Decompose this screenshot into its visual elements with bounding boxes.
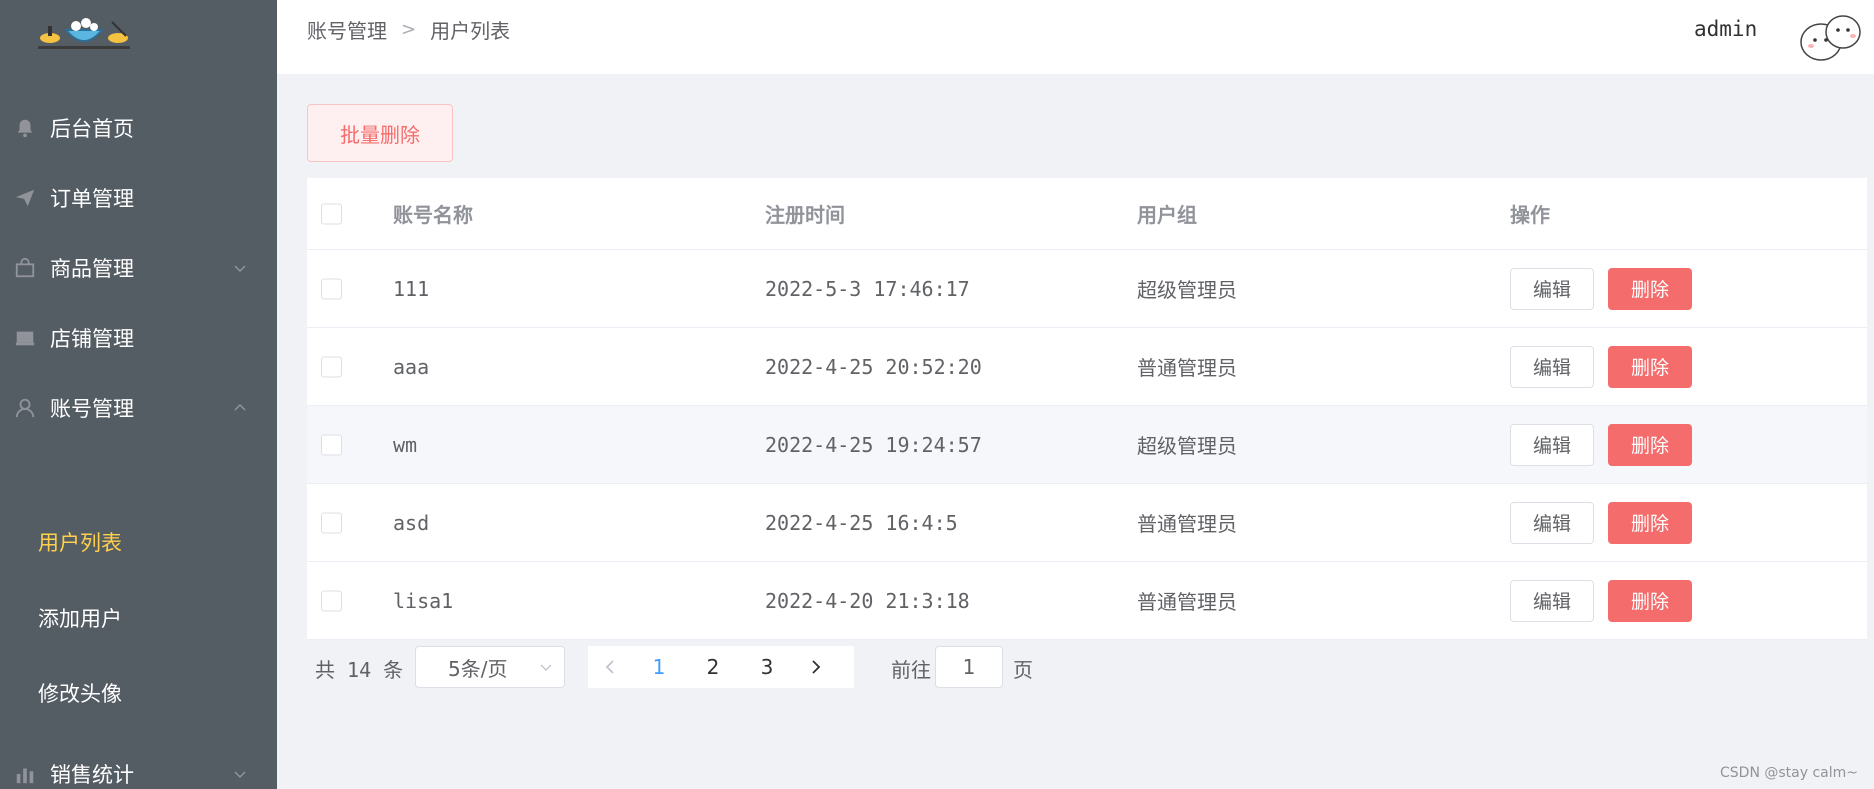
cell-account-name: aaa: [393, 354, 430, 379]
menu-label: 销售统计: [50, 763, 134, 787]
user-table: 账号名称 注册时间 用户组 操作 111 2022-5-3 17:46:17 超…: [307, 178, 1867, 640]
cell-actions: 编辑 删除: [1510, 250, 1692, 327]
column-header-group: 用户组: [1137, 203, 1197, 227]
logo: [38, 18, 130, 49]
edit-button[interactable]: 编辑: [1510, 579, 1594, 622]
avatar[interactable]: [1797, 10, 1863, 66]
goto-label: 前往: [891, 658, 931, 682]
menu-item-sales-stats[interactable]: 销售统计: [0, 732, 277, 789]
edit-button[interactable]: 编辑: [1510, 267, 1594, 310]
chevron-left-icon: [605, 660, 614, 674]
edit-button[interactable]: 编辑: [1510, 345, 1594, 388]
menu-label: 订单管理: [50, 187, 134, 211]
row-checkbox[interactable]: [321, 356, 342, 377]
breadcrumb: 账号管理 > 用户列表: [307, 15, 510, 44]
cell-account-name: 111: [393, 276, 430, 301]
page-number[interactable]: 1: [632, 646, 686, 688]
row-checkbox[interactable]: [321, 512, 342, 533]
edit-button[interactable]: 编辑: [1510, 501, 1594, 544]
cell-user-group: 超级管理员: [1137, 278, 1237, 302]
edit-button[interactable]: 编辑: [1510, 423, 1594, 466]
chevron-up-icon: [234, 403, 246, 411]
submenu-label: 修改头像: [38, 682, 122, 706]
user-icon: [12, 395, 38, 421]
prev-page-button[interactable]: [588, 646, 632, 688]
breadcrumb-current: 用户列表: [430, 19, 511, 43]
column-header-name: 账号名称: [393, 203, 473, 227]
cell-user-group: 普通管理员: [1137, 590, 1237, 614]
cell-register-time: 2022-4-25 16:4:5: [765, 510, 958, 535]
chevron-down-icon: [234, 771, 246, 779]
cell-account-name: asd: [393, 510, 430, 535]
shopping-bag-icon: [12, 255, 38, 281]
delete-button[interactable]: 删除: [1608, 345, 1692, 388]
delete-button[interactable]: 删除: [1608, 579, 1692, 622]
row-checkbox[interactable]: [321, 434, 342, 455]
chevron-down-icon: [540, 664, 552, 671]
submenu-item-add-user[interactable]: 添加用户: [0, 580, 277, 656]
page-number[interactable]: 2: [686, 646, 740, 688]
cell-actions: 编辑 删除: [1510, 562, 1692, 639]
cell-actions: 编辑 删除: [1510, 328, 1692, 405]
bulk-delete-button[interactable]: 批量删除: [307, 104, 453, 162]
select-all-checkbox[interactable]: [321, 203, 342, 224]
column-header-actions: 操作: [1510, 203, 1550, 227]
cell-register-time: 2022-4-25 20:52:20: [765, 354, 982, 379]
row-checkbox[interactable]: [321, 590, 342, 611]
cell-actions: 编辑 删除: [1510, 406, 1692, 483]
menu-label: 账号管理: [50, 397, 134, 421]
goto-page-input[interactable]: [935, 646, 1003, 688]
cell-user-group: 超级管理员: [1137, 434, 1237, 458]
chevron-right-icon: >: [401, 19, 417, 40]
column-header-time: 注册时间: [765, 203, 845, 227]
cell-register-time: 2022-4-20 21:3:18: [765, 588, 970, 613]
cell-actions: 编辑 删除: [1510, 484, 1692, 561]
bar-chart-icon: [12, 761, 38, 787]
cell-account-name: wm: [393, 432, 418, 457]
cell-account-name: lisa1: [393, 588, 454, 613]
pagination: 共 14 条 5条/页 1 2 3 前往 页: [307, 646, 1867, 688]
table-row: 111 2022-5-3 17:46:17 超级管理员 编辑 删除: [307, 250, 1867, 328]
page-suffix: 页: [1013, 658, 1033, 682]
bell-icon: [12, 115, 38, 141]
next-page-button[interactable]: [794, 646, 838, 688]
page-size-select[interactable]: 5条/页: [415, 646, 565, 688]
shop-icon: [12, 325, 38, 351]
delete-button[interactable]: 删除: [1608, 423, 1692, 466]
submenu-item-user-list[interactable]: 用户列表: [0, 504, 277, 580]
delete-button[interactable]: 删除: [1608, 501, 1692, 544]
total-count: 共 14 条: [315, 658, 404, 682]
page-number[interactable]: 3: [740, 646, 794, 688]
page-size-value: 5条/页: [448, 656, 508, 681]
menu-label: 店铺管理: [50, 327, 134, 351]
watermark: CSDN @stay calm~: [1720, 765, 1858, 781]
menu-label: 后台首页: [50, 117, 134, 141]
cell-user-group: 普通管理员: [1137, 356, 1237, 380]
menu-item-accounts[interactable]: 账号管理: [0, 366, 277, 450]
paper-plane-icon: [12, 185, 38, 211]
table-row: wm 2022-4-25 19:24:57 超级管理员 编辑 删除: [307, 406, 1867, 484]
chevron-right-icon: [812, 660, 821, 674]
submenu-item-change-avatar[interactable]: 修改头像: [0, 655, 277, 731]
table-row: aaa 2022-4-25 20:52:20 普通管理员 编辑 删除: [307, 328, 1867, 406]
table-row: asd 2022-4-25 16:4:5 普通管理员 编辑 删除: [307, 484, 1867, 562]
delete-button[interactable]: 删除: [1608, 267, 1692, 310]
row-checkbox[interactable]: [321, 278, 342, 299]
chevron-down-icon: [234, 265, 246, 273]
submenu-label: 添加用户: [38, 607, 122, 631]
top-header: 账号管理 > 用户列表 admin: [277, 0, 1874, 74]
username[interactable]: admin: [1694, 17, 1757, 41]
table-row: lisa1 2022-4-20 21:3:18 普通管理员 编辑 删除: [307, 562, 1867, 640]
cell-register-time: 2022-5-3 17:46:17: [765, 276, 970, 301]
submenu-label: 用户列表: [38, 531, 122, 555]
cell-user-group: 普通管理员: [1137, 512, 1237, 536]
breadcrumb-item[interactable]: 账号管理: [307, 15, 387, 44]
cell-register-time: 2022-4-25 19:24:57: [765, 432, 982, 457]
menu-label: 商品管理: [50, 257, 134, 281]
page-list: 1 2 3: [588, 646, 854, 688]
table-header-row: 账号名称 注册时间 用户组 操作: [307, 178, 1867, 250]
sidebar: 后台首页 订单管理 商品管理 店铺管理 账号管理 用户列表 添加用户 修改头像: [0, 0, 277, 789]
